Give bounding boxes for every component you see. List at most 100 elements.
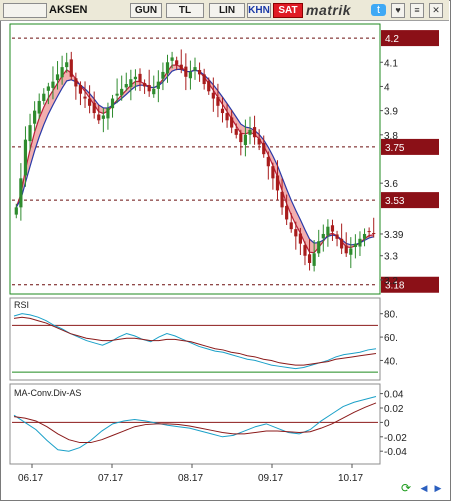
candle-body (101, 115, 105, 119)
candle-body (271, 166, 275, 179)
indicator-tick-label: 80. (384, 310, 398, 321)
candle-body (285, 205, 289, 220)
date-label: 07.17 (98, 473, 123, 484)
candle-body (362, 233, 367, 239)
candle-body (161, 71, 165, 79)
candle-body (23, 139, 28, 176)
price-axis: 4.1 4 3.9 3.8 3.6 3.39 3.3 3.2 (380, 58, 404, 287)
candle-body (83, 96, 87, 99)
indicator-tick-label: 0.04 (384, 390, 404, 401)
candle-body (248, 129, 252, 135)
indicator-tick-label: 0.02 (384, 404, 404, 415)
candle-body (225, 113, 229, 121)
candle-body (156, 81, 160, 89)
candle-body (335, 234, 339, 239)
scroll-left-icon[interactable]: ◀ (418, 482, 430, 494)
candle-body (252, 127, 257, 138)
price-tick-label: 3.2 (384, 276, 398, 287)
candle-body (349, 248, 353, 255)
price-tick-label: 3.8 (384, 131, 398, 142)
price-tick-label: 3.6 (384, 179, 398, 190)
candle-body (358, 238, 362, 247)
refresh-icon[interactable]: ⟳ (400, 482, 412, 494)
price-tick-label: 3.9 (384, 107, 398, 118)
candle-body (280, 191, 284, 208)
candle-body (275, 175, 280, 191)
candle-body (19, 178, 23, 208)
candle-body (179, 64, 183, 70)
candle-body (46, 86, 50, 91)
candle-body (65, 62, 69, 68)
price-tick-label: 4 (384, 82, 390, 93)
candle-body (120, 88, 124, 96)
candle-body (207, 81, 211, 92)
candle-body (372, 232, 376, 234)
candle-body (344, 245, 348, 254)
candle-body (88, 98, 92, 106)
indicator-tick-label: 40. (384, 356, 398, 367)
macd-axis: 0.04 0.02 0 -0.02 -0.04 (380, 390, 407, 458)
candle-body (165, 62, 170, 74)
candle-body (216, 97, 220, 106)
candle-body (266, 157, 270, 167)
candle-body (152, 88, 156, 95)
candle-body (289, 222, 293, 230)
candle-body (42, 93, 46, 101)
candle-body (307, 254, 312, 263)
candle-body (202, 74, 206, 85)
level-tag-label: 4.2 (385, 34, 399, 45)
candle-body (92, 102, 96, 114)
candle-body (33, 110, 37, 124)
candle-body (257, 138, 261, 145)
candle-body (60, 67, 64, 78)
candle-body (74, 78, 78, 87)
date-label: 06.17 (18, 473, 43, 484)
candle-body (175, 60, 179, 65)
indicator-tick-label: -0.04 (384, 447, 407, 458)
candle-body (147, 85, 151, 92)
candle-body (262, 143, 266, 155)
candle-body (193, 67, 197, 71)
candle-body (367, 231, 371, 233)
scroll-right-icon[interactable]: ▶ (432, 482, 444, 494)
candle-body (51, 81, 55, 88)
candle-body (321, 233, 325, 239)
indicator-tick-label: 0 (384, 418, 390, 429)
level-tag-label: 3.53 (385, 196, 405, 207)
candle-body (78, 85, 83, 94)
price-tick-label: 4.1 (384, 58, 398, 69)
candle-body (106, 108, 110, 119)
candle-body (243, 134, 248, 145)
rsi-title: RSI (14, 300, 29, 310)
candle-body (230, 117, 234, 128)
candle-body (340, 238, 344, 249)
candle-body (312, 253, 316, 266)
candle-body (326, 226, 330, 236)
rsi-axis: 80. 60. 40. (380, 310, 398, 367)
date-label: 09.17 (258, 473, 283, 484)
candle-body (294, 229, 298, 237)
candle-body (303, 245, 307, 256)
rsi-panel (9, 297, 381, 381)
candle-body (129, 79, 133, 87)
candle-body (69, 59, 73, 77)
candle-body (124, 84, 128, 88)
candle-body (298, 233, 302, 244)
candle-body (28, 125, 32, 142)
candle-body (220, 108, 225, 114)
date-label: 08.17 (178, 473, 203, 484)
candle-body (110, 98, 115, 109)
candle-body (115, 93, 119, 96)
candle-body (97, 114, 101, 121)
candle-body (142, 83, 147, 87)
indicator-tick-label: -0.02 (384, 433, 407, 444)
candle-body (188, 71, 193, 79)
candle-body (197, 70, 202, 75)
date-axis: 06.17 07.17 08.17 09.17 10.17 (18, 464, 363, 484)
candle-body (353, 243, 357, 248)
candle-body (317, 241, 321, 254)
candle-body (330, 225, 335, 232)
date-label: 10.17 (338, 473, 363, 484)
chart-canvas: 4.23.753.533.18 4.143.93.83.63.393.33.2 … (9, 23, 439, 484)
candle-body (211, 92, 215, 99)
